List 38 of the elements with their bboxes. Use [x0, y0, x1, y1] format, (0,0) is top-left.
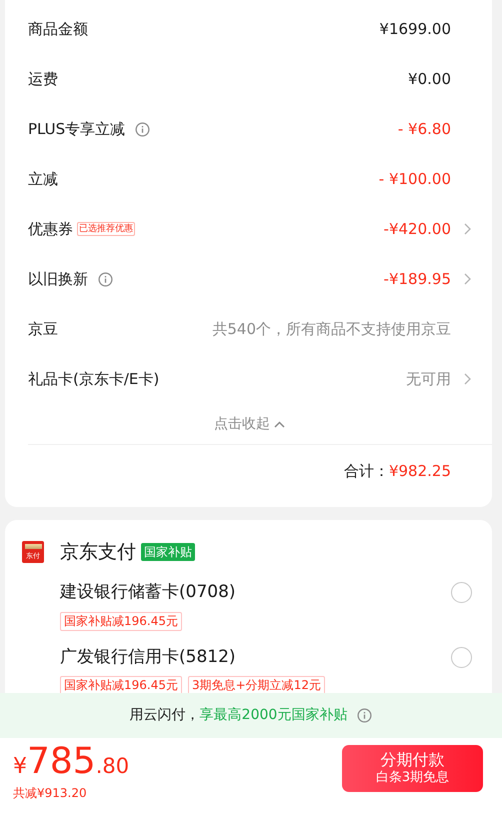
pay-amount: ¥785.80 — [13, 744, 130, 780]
banner-text: 用云闪付，享最高2000元国家补贴 — [130, 706, 348, 725]
collapse-button[interactable]: 点击收起 — [214, 414, 285, 434]
payment-title: 京东支付 — [60, 540, 136, 565]
row-label: 礼品卡(京东卡/E卡) — [28, 368, 160, 390]
radio-button[interactable] — [451, 646, 472, 668]
installment-pay-button[interactable]: 分期付款 白条3期免息 — [342, 745, 483, 792]
total-label: 合计： — [344, 460, 389, 482]
info-icon[interactable] — [98, 272, 113, 286]
row-value: - ¥6.80 — [398, 118, 451, 140]
info-icon[interactable] — [357, 708, 372, 723]
radio-button[interactable] — [451, 582, 472, 604]
row-label: 以旧换新 — [28, 268, 88, 290]
row-label: 立减 — [28, 168, 58, 190]
bank-card-name[interactable]: 广发银行信用卡(5812) — [60, 644, 236, 670]
row-value: ¥1699.00 — [379, 18, 451, 40]
row-value[interactable]: 无可用 — [406, 368, 451, 390]
row-value[interactable]: -¥189.95 — [384, 268, 451, 290]
chevron-right-icon — [464, 373, 471, 385]
row-value[interactable]: -¥420.00 — [384, 218, 451, 240]
row-label: 商品金额 — [28, 18, 88, 40]
total-amount: ¥982.25 — [388, 460, 451, 482]
chevron-right-icon — [464, 273, 471, 285]
row-label: 京豆 — [28, 318, 58, 340]
promo-tag: 国家补贴减196.45元 — [60, 612, 182, 630]
row-label: 运费 — [28, 68, 58, 90]
subsidy-badge: 国家补贴 — [141, 543, 195, 561]
bank-card-name[interactable]: 建设银行储蓄卡(0708) — [60, 580, 236, 606]
row-label: 优惠券 — [28, 218, 73, 240]
row-label: PLUS专享立减 — [28, 118, 126, 140]
row-value: ¥0.00 — [408, 68, 451, 90]
row-value: - ¥100.00 — [378, 168, 451, 190]
saved-amount: 共减¥913.20 — [13, 785, 88, 802]
caret-up-icon — [274, 420, 285, 428]
chevron-right-icon — [464, 223, 471, 235]
recommend-badge: 已选推荐优惠 — [77, 222, 135, 236]
row-value: 共540个，所有商品不支持使用京豆 — [212, 318, 451, 340]
info-icon[interactable] — [135, 122, 150, 136]
